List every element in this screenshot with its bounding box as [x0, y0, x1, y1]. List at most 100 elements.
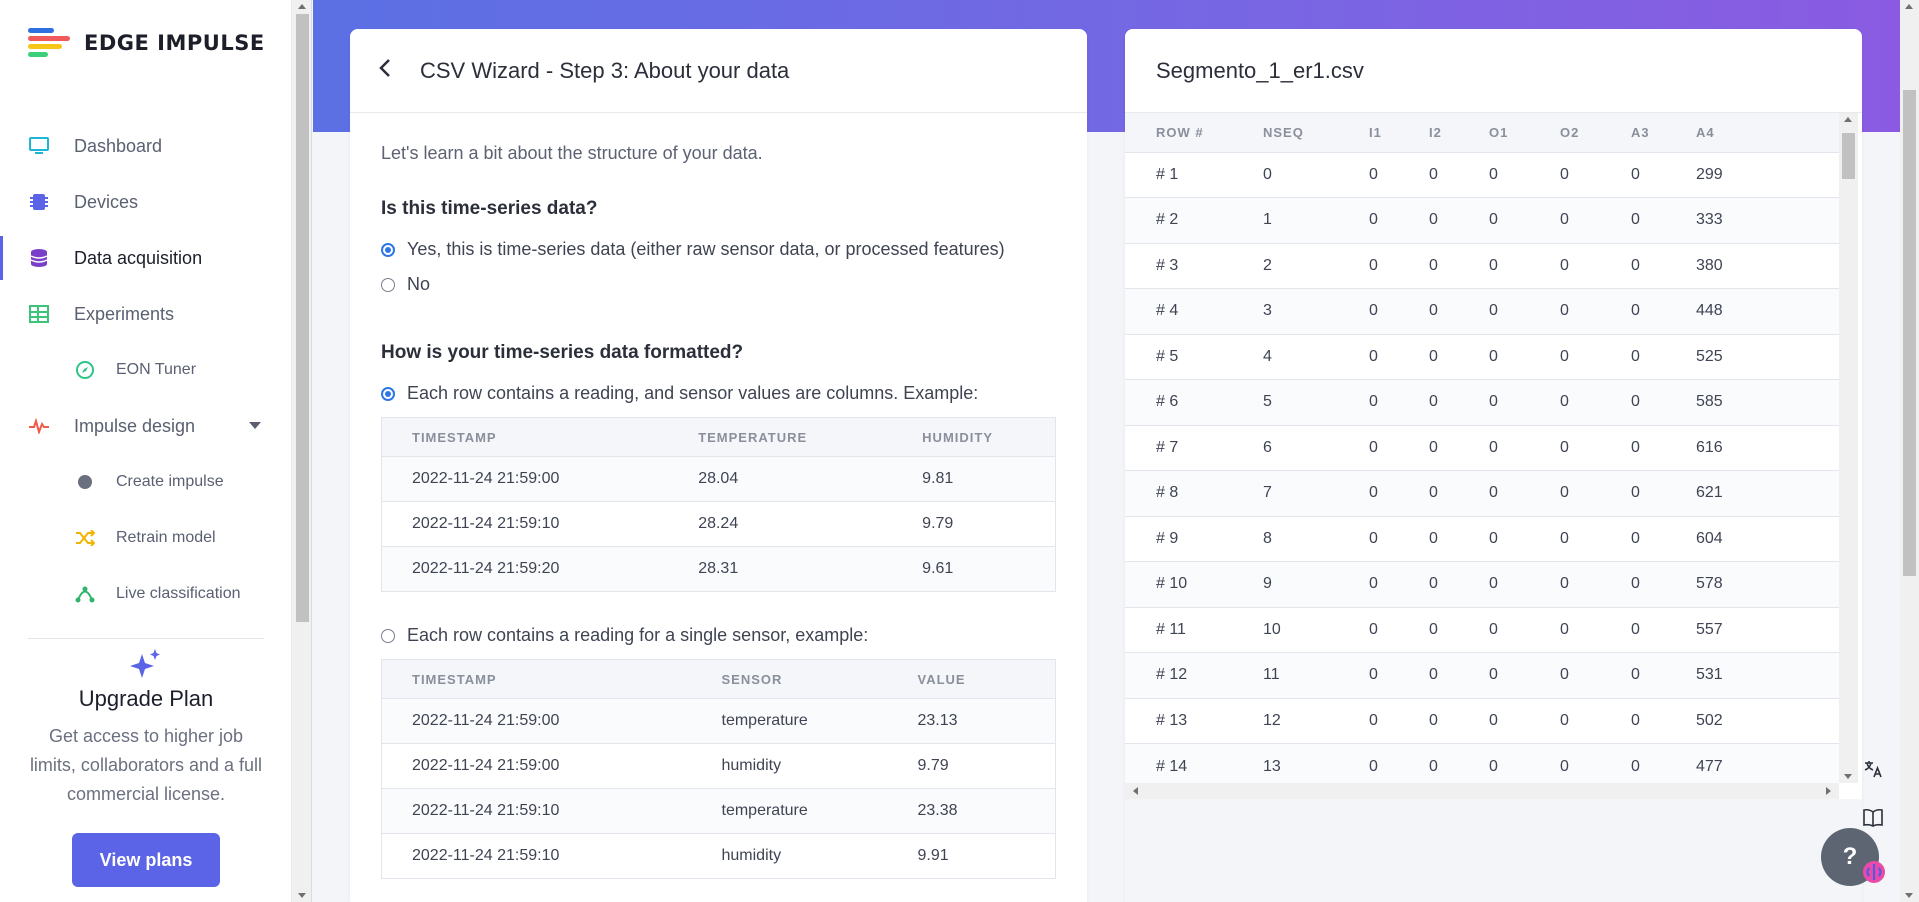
radio-button[interactable] — [381, 628, 395, 643]
dot-icon — [74, 471, 96, 493]
scroll-right-arrow-icon[interactable] — [1826, 787, 1831, 795]
page-title: CSV Wizard - Step 3: About your data — [420, 57, 790, 83]
table-cell: 333 — [1696, 197, 1839, 243]
scroll-up-arrow-icon[interactable] — [1844, 117, 1852, 122]
scroll-down-arrow-icon[interactable] — [298, 893, 306, 898]
table-cell: 0 — [1560, 197, 1631, 243]
table-cell: 0 — [1631, 515, 1696, 562]
table-cell: 0 — [1263, 151, 1369, 198]
sidebar-item-create-impulse[interactable]: Create impulse — [0, 454, 292, 510]
sidebar-scrollbar[interactable] — [293, 0, 312, 902]
scrollbar-thumb[interactable] — [1842, 133, 1855, 179]
table-cell: 8 — [1263, 515, 1369, 562]
table-cell: 9.79 — [887, 743, 1056, 789]
column-header: NSEQ — [1263, 113, 1369, 152]
table-row: 2022-11-24 21:59:00 temperature 23.13 — [381, 698, 1056, 744]
radio-time-series-no[interactable]: No — [381, 267, 1056, 302]
table-cell: # 11 — [1125, 606, 1263, 653]
table-row: 2022-11-24 21:59:10 temperature 23.38 — [381, 788, 1056, 834]
table-cell: 0 — [1631, 151, 1696, 198]
sidebar-item-eon-tuner[interactable]: EON Tuner — [0, 342, 292, 398]
table-cell: 0 — [1631, 197, 1696, 243]
table-cell: 557 — [1696, 606, 1839, 653]
table-cell: 0 — [1429, 197, 1489, 243]
table-cell: 0 — [1631, 242, 1696, 289]
sidebar-item-data-acquisition[interactable]: Data acquisition — [0, 230, 292, 286]
sidebar-item-label: Create impulse — [116, 473, 224, 490]
table-cell: 28.24 — [668, 501, 893, 547]
column-header: ROW # — [1125, 113, 1263, 152]
sidebar-item-dashboard[interactable]: Dashboard — [0, 118, 292, 174]
table-cell: 2 — [1263, 242, 1369, 289]
table-cell: humidity — [691, 743, 888, 789]
table-cell: 2022-11-24 21:59:00 — [381, 743, 692, 789]
scroll-down-arrow-icon[interactable] — [1844, 774, 1852, 779]
scroll-up-arrow-icon[interactable] — [298, 4, 306, 9]
scroll-down-arrow-icon[interactable] — [1905, 893, 1913, 898]
sidebar-item-experiments[interactable]: Experiments — [0, 286, 292, 342]
table-cell: 604 — [1696, 515, 1839, 562]
network-icon — [74, 583, 96, 605]
table-scrollbar[interactable] — [1839, 113, 1858, 783]
table-cell: 0 — [1369, 515, 1429, 562]
table-row: 2022-11-24 21:59:20 28.31 9.61 — [381, 546, 1056, 592]
translate-icon[interactable] — [1862, 758, 1884, 785]
table-cell: 0 — [1429, 288, 1489, 334]
table-cell: 531 — [1696, 652, 1839, 698]
table-cell: 0 — [1489, 424, 1560, 471]
table-cell: # 13 — [1125, 697, 1263, 744]
table-cell: 5 — [1263, 379, 1369, 425]
table-cell: 0 — [1560, 652, 1631, 698]
sidebar-item-retrain-model[interactable]: Retrain model — [0, 510, 292, 566]
radio-button-checked[interactable] — [381, 386, 395, 401]
brain-icon[interactable] — [1862, 860, 1886, 889]
table-cell: 0 — [1429, 697, 1489, 744]
logo[interactable]: EDGE IMPULSE — [28, 28, 265, 58]
table-cell: 0 — [1560, 697, 1631, 744]
book-icon[interactable] — [1862, 808, 1884, 833]
example-table-columns: TIMESTAMP TEMPERATURE HUMIDITY 2022-11-2… — [381, 417, 1056, 592]
table-cell: 0 — [1429, 424, 1489, 471]
table-cell: 0 — [1429, 606, 1489, 653]
column-header: O1 — [1489, 113, 1560, 152]
help-icon: ? — [1842, 843, 1858, 870]
table-cell: 0 — [1429, 379, 1489, 425]
table-cell: 0 — [1560, 333, 1631, 380]
scroll-left-arrow-icon[interactable] — [1133, 787, 1138, 795]
table-cell: 299 — [1696, 151, 1839, 198]
sidebar-item-label: Dashboard — [74, 135, 163, 156]
radio-time-series-yes[interactable]: Yes, this is time-series data (either ra… — [381, 232, 1056, 267]
table-cell: 0 — [1631, 379, 1696, 425]
table-cell: temperature — [691, 788, 888, 834]
view-plans-button[interactable]: View plans — [72, 833, 220, 887]
radio-button-checked[interactable] — [381, 242, 395, 257]
table-row: # 2 1 0 0 0 0 0 333 — [1125, 197, 1839, 243]
table-cell: 9.81 — [892, 456, 1056, 502]
table-cell: 0 — [1489, 697, 1560, 744]
table-cell: 0 — [1369, 470, 1429, 516]
data-table-container[interactable]: ROW # NSEQ I1 I2 O1 O2 A3 A4 # 1 0 0 0 0 0 0 29… — [1125, 113, 1862, 799]
page-scrollbar[interactable] — [1900, 0, 1919, 902]
column-header: TIMESTAMP — [381, 417, 669, 457]
table-cell: 0 — [1369, 561, 1429, 607]
table-cell: # 8 — [1125, 470, 1263, 516]
sidebar-item-live-classification[interactable]: Live classification — [0, 566, 292, 622]
csv-wizard-card: CSV Wizard - Step 3: About your data Let… — [350, 29, 1087, 902]
sidebar-item-devices[interactable]: Devices — [0, 174, 292, 230]
chevron-down-icon[interactable] — [249, 422, 261, 429]
radio-button[interactable] — [381, 277, 395, 292]
table-cell: 2022-11-24 21:59:10 — [381, 788, 692, 834]
radio-format-columns[interactable]: Each row contains a reading, and sensor … — [381, 376, 1056, 411]
table-cell: 616 — [1696, 424, 1839, 471]
back-chevron-icon[interactable] — [350, 58, 420, 84]
sidebar-item-impulse-design[interactable]: Impulse design — [0, 398, 292, 454]
table-row: # 1 0 0 0 0 0 0 299 — [1125, 151, 1839, 198]
table-cell: 11 — [1263, 652, 1369, 698]
scrollbar-thumb[interactable] — [296, 14, 309, 622]
scrollbar-thumb[interactable] — [1903, 90, 1916, 576]
radio-format-single-sensor[interactable]: Each row contains a reading for a single… — [381, 618, 1056, 653]
chip-icon — [28, 191, 50, 213]
table-row: # 6 5 0 0 0 0 0 585 — [1125, 379, 1839, 425]
table-horizontal-scrollbar[interactable] — [1125, 783, 1839, 799]
scroll-up-arrow-icon[interactable] — [1905, 4, 1913, 9]
